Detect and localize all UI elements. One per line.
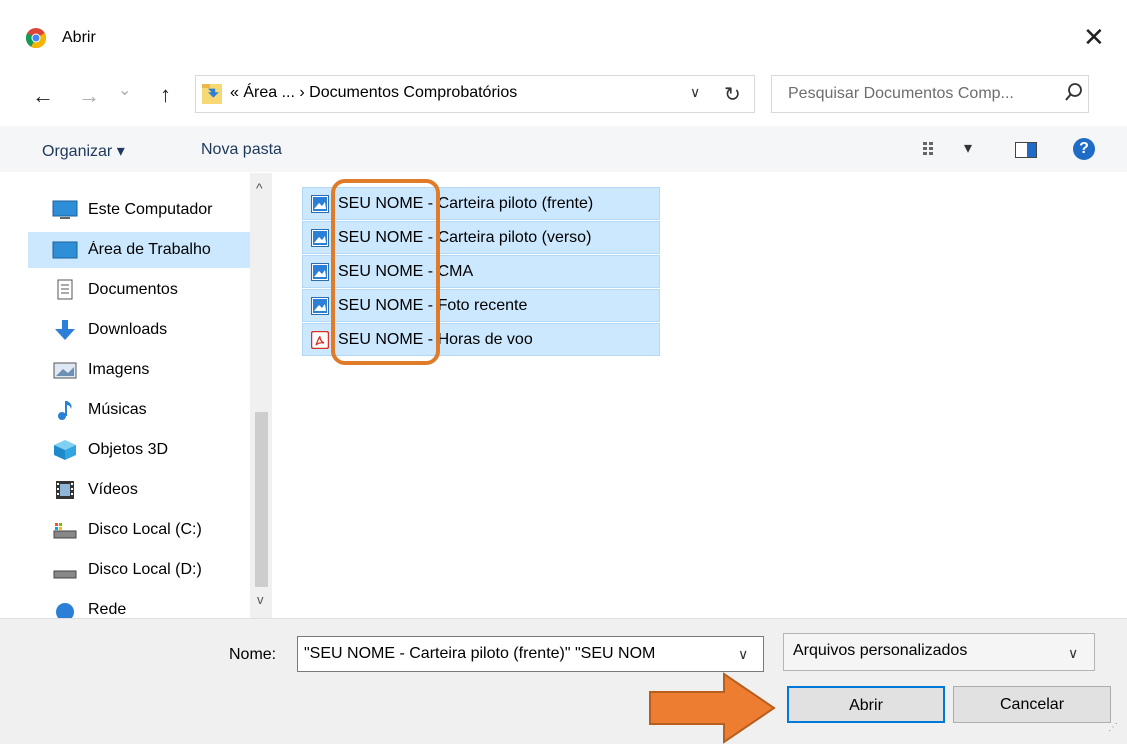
sidebar-item-label: Rede [88,601,127,618]
app-icon [25,28,47,49]
up-button[interactable]: ↑ [160,84,171,106]
file-name-dropdown-icon[interactable]: ∨ [738,646,748,663]
sidebar-item-this-pc[interactable]: Este Computador [28,192,250,228]
view-options-icon[interactable] [922,140,942,163]
sidebar-item-3d-objects[interactable]: Objetos 3D [28,432,250,468]
folder-icon [201,80,225,111]
3d-objects-icon [52,439,78,461]
sidebar-item-label: Disco Local (C:) [88,521,202,538]
drive-c-icon [52,519,78,541]
sidebar-item-videos[interactable]: Vídeos [28,472,250,508]
file-name-input[interactable]: "SEU NOME - Carteira piloto (frente)" "S… [297,636,764,672]
sidebar-item-label: Este Computador [88,201,213,218]
image-file-icon [311,195,329,213]
arrow-annotation [648,672,778,749]
address-dropdown-icon[interactable]: ∨ [690,84,700,101]
back-button[interactable]: ← [32,85,54,107]
music-icon [52,399,78,421]
sidebar-item-drive-d[interactable]: Disco Local (D:) [28,552,250,588]
sidebar-item-music[interactable]: Músicas [28,392,250,428]
desktop-icon [52,239,78,261]
search-placeholder: Pesquisar Documentos Comp... [788,85,1014,102]
sidebar-item-downloads[interactable]: Downloads [28,312,250,348]
drive-d-icon [52,559,78,581]
videos-icon [52,479,78,501]
file-type-dropdown-icon[interactable]: ∨ [1068,645,1078,662]
network-icon [52,599,78,618]
sidebar-item-documents[interactable]: Documentos [28,272,250,308]
help-icon[interactable]: ? [1073,138,1095,160]
sidebar-item-pictures[interactable]: Imagens [28,352,250,388]
command-bar [0,126,1127,172]
pictures-icon [52,359,78,381]
recent-locations-button[interactable]: ⌄ [118,80,131,102]
pdf-file-icon [310,330,330,350]
close-icon[interactable]: ✕ [1083,20,1105,54]
view-dropdown-icon[interactable]: ▾ [964,138,972,158]
preview-pane-icon[interactable] [1015,142,1037,163]
scroll-up-icon[interactable]: ^ [256,180,263,196]
chrome-icon [25,28,47,49]
image-file-icon [311,229,329,247]
sidebar-scroll-thumb[interactable] [255,412,268,587]
image-file-icon [311,263,329,281]
download-icon [52,319,78,341]
documents-icon [52,279,78,301]
image-file-icon [311,297,329,315]
open-button[interactable]: Abrir [787,686,945,723]
name-highlight-annotation [331,179,440,365]
file-name-suffix: - Carteira piloto (verso) [423,229,592,246]
breadcrumb[interactable]: « Área ... › Documentos Comprobatórios [230,84,517,102]
file-name-label: Nome: [229,646,277,663]
file-name-suffix: - Carteira piloto (frente) [423,195,594,212]
sidebar-item-drive-c[interactable]: Disco Local (C:) [28,512,250,548]
sidebar-item-label: Vídeos [88,481,138,498]
resize-grip-icon[interactable]: ⋰ [1108,722,1118,733]
sidebar-item-label: Downloads [88,321,168,338]
cancel-button[interactable]: Cancelar [953,686,1111,723]
sidebar-item-label: Disco Local (D:) [88,561,202,578]
search-icon[interactable] [1064,82,1084,107]
computer-icon [52,199,78,221]
forward-button[interactable]: → [78,85,100,107]
sidebar-item-label: Área de Trabalho [88,241,211,258]
scroll-down-icon[interactable]: v [257,592,264,607]
file-type-select[interactable]: Arquivos personalizados [783,633,1095,671]
refresh-icon[interactable]: ↻ [724,82,741,107]
sidebar-item-label: Imagens [88,361,150,378]
sidebar-item-desktop[interactable]: Área de Trabalho [28,232,250,268]
sidebar-item-label: Documentos [88,281,178,298]
sidebar-item-label: Músicas [88,401,147,418]
sidebar-item-label: Objetos 3D [88,441,169,458]
new-folder-button[interactable]: Nova pasta [201,141,282,159]
organize-button[interactable]: Organizar ▾ [42,141,125,161]
window-title: Abrir [62,29,96,46]
sidebar-item-network[interactable]: Rede [28,592,250,618]
